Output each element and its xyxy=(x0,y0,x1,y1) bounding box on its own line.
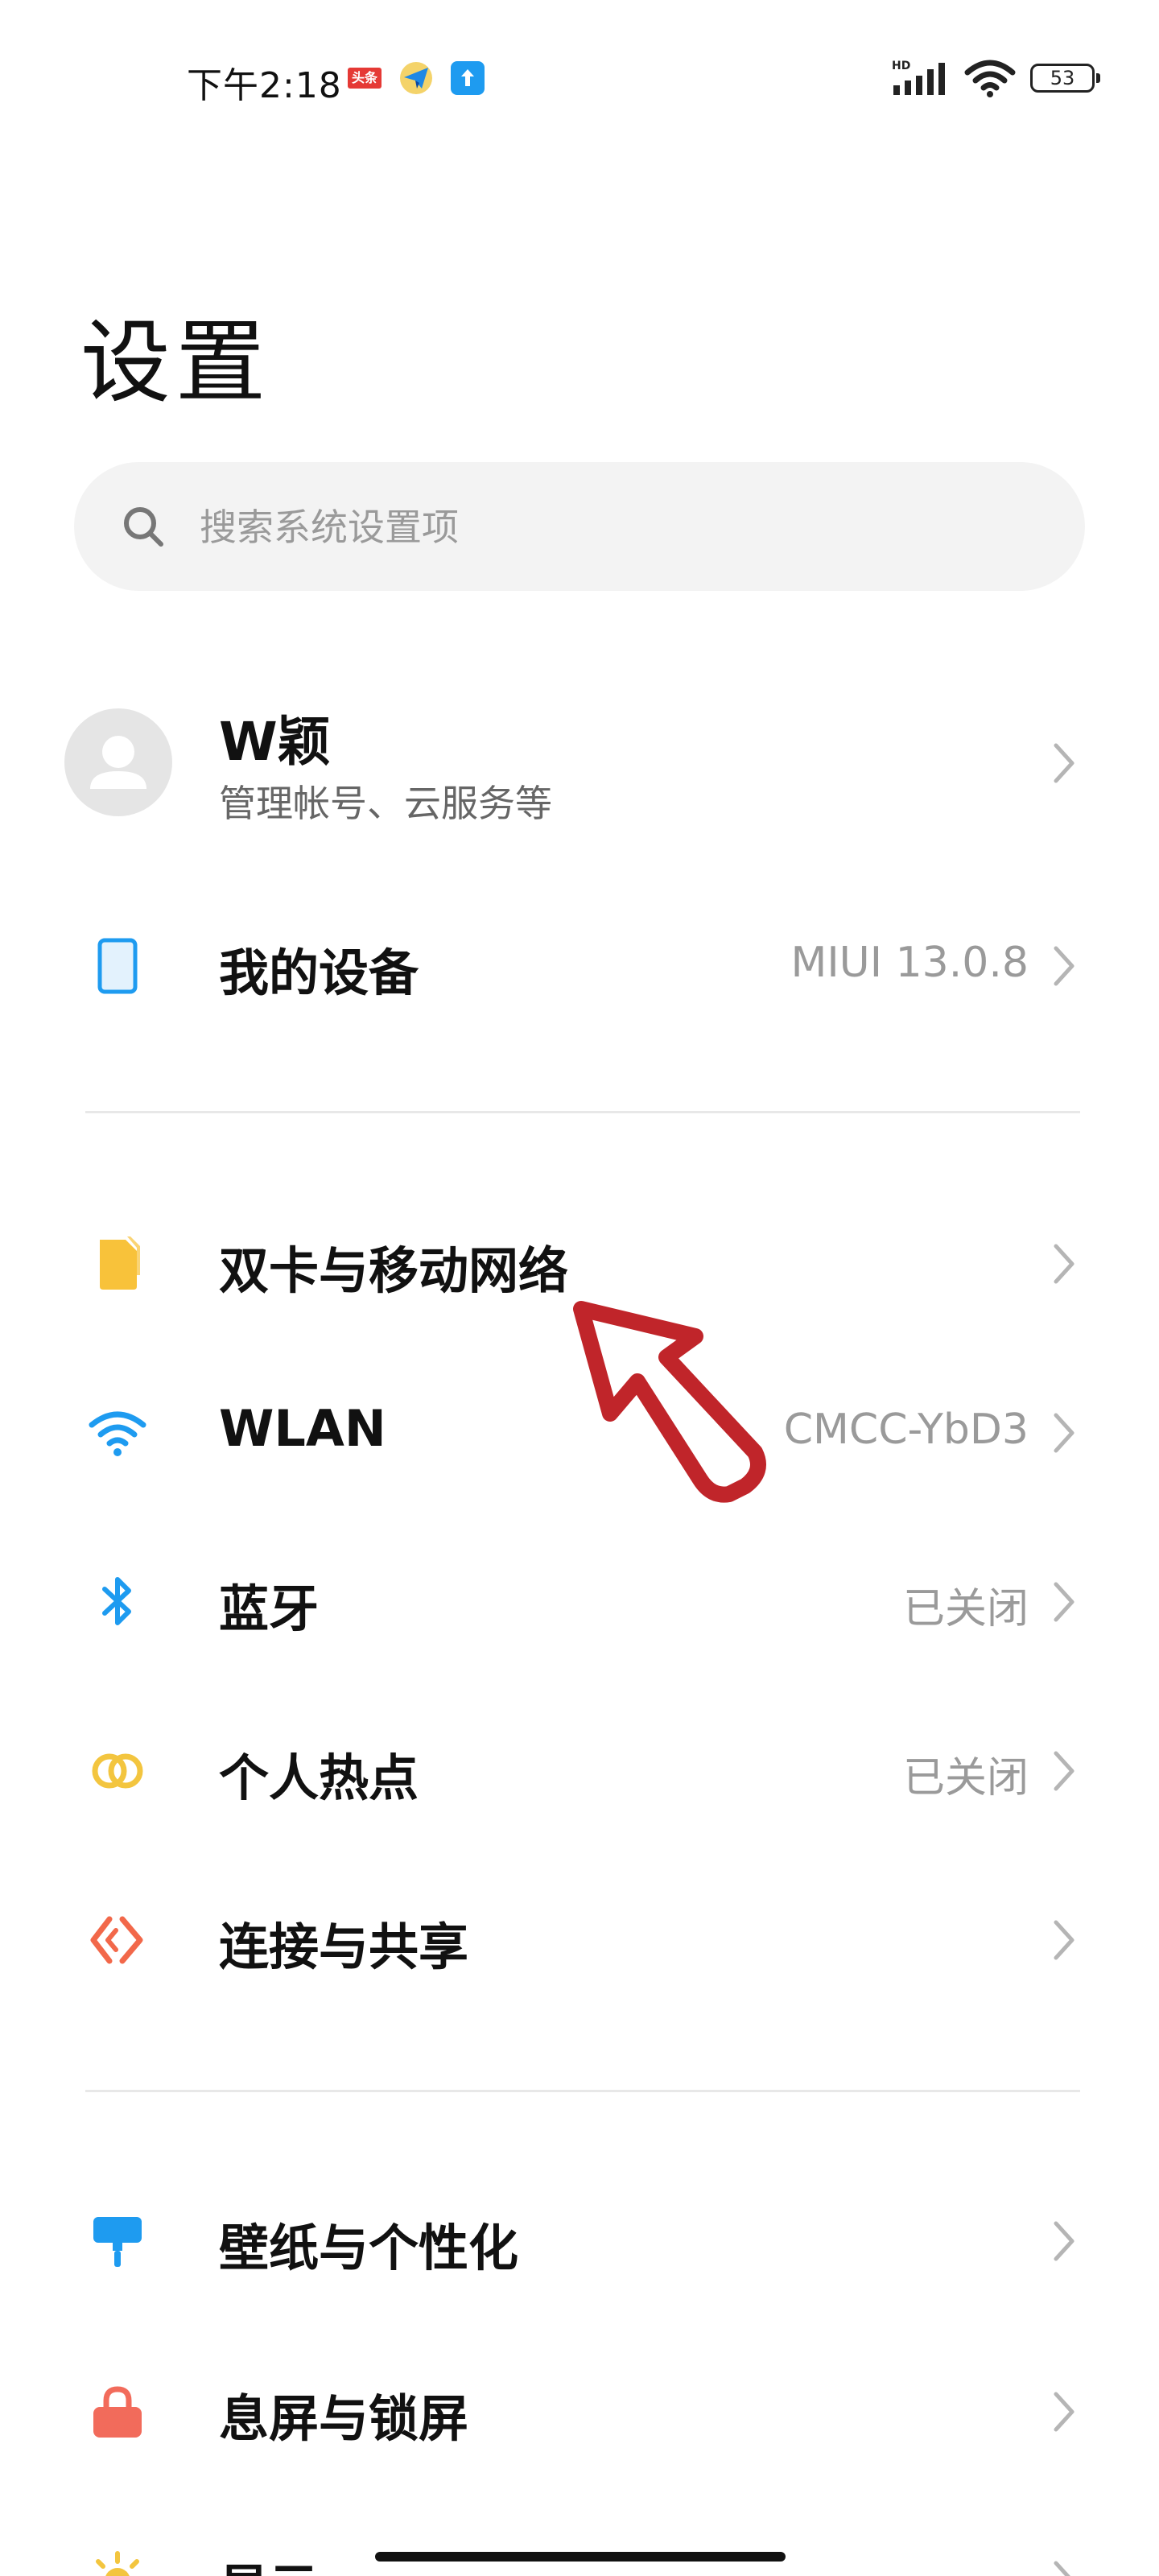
sim-card-icon xyxy=(100,1236,140,1290)
toutiao-notification-icon: 头条 xyxy=(348,68,382,89)
wifi-icon xyxy=(89,1411,146,1456)
settings-item-label: 连接与共享 xyxy=(219,1918,469,1976)
chevron-right-icon xyxy=(1054,946,1074,986)
account-row[interactable]: W颖 管理帐号、云服务等 xyxy=(0,676,1159,853)
settings-item-label: 息屏与锁屏 xyxy=(219,2389,469,2448)
sun-icon xyxy=(96,2551,139,2576)
share-icon xyxy=(90,1916,143,1964)
wifi-status-icon xyxy=(964,60,1016,97)
chevron-right-icon xyxy=(1054,1244,1074,1284)
search-icon xyxy=(124,507,163,547)
page-title: 设置 xyxy=(80,311,270,415)
settings-item-wallpaper[interactable]: 壁纸与个性化 xyxy=(0,2161,1159,2322)
settings-item-label: WLAN xyxy=(219,1399,386,1458)
paper-plane-notification-icon xyxy=(400,62,432,94)
chevron-right-icon xyxy=(1054,2392,1074,2432)
tablet-icon xyxy=(97,938,138,994)
chevron-right-icon xyxy=(1054,1920,1074,1960)
search-input[interactable] xyxy=(198,494,1006,560)
chevron-right-icon xyxy=(1054,743,1074,783)
settings-item-lockscreen[interactable]: 息屏与锁屏 xyxy=(0,2331,1159,2492)
settings-item-hotspot[interactable]: 个人热点 已关闭 xyxy=(0,1690,1159,1852)
chevron-right-icon xyxy=(1054,2221,1074,2261)
account-subtitle: 管理帐号、云服务等 xyxy=(219,782,552,825)
user-icon xyxy=(90,736,146,789)
settings-item-label: 我的设备 xyxy=(219,943,419,1002)
battery-indicator: 53 xyxy=(1030,64,1100,93)
settings-item-value: MIUI 13.0.8 xyxy=(790,939,1029,987)
home-indicator[interactable] xyxy=(375,2552,786,2562)
paint-roller-icon xyxy=(93,2217,142,2267)
settings-item-bluetooth[interactable]: 蓝牙 已关闭 xyxy=(0,1521,1159,1682)
lock-icon xyxy=(93,2386,142,2438)
chevron-right-icon xyxy=(1054,1413,1074,1453)
hotspot-icon xyxy=(92,1753,143,1789)
settings-item-label: 蓝牙 xyxy=(219,1579,320,1638)
settings-item-sim[interactable]: 双卡与移动网络 xyxy=(0,1183,1159,1344)
section-divider xyxy=(85,1111,1080,1113)
settings-item-label: 显示 xyxy=(219,2547,319,2576)
settings-item-label: 个人热点 xyxy=(219,1748,419,1807)
settings-item-display[interactable]: 显示 xyxy=(0,2500,1159,2576)
settings-item-wlan[interactable]: WLAN CMCC-YbD3 xyxy=(0,1352,1159,1513)
bluetooth-icon xyxy=(102,1577,131,1625)
settings-item-connection[interactable]: 连接与共享 xyxy=(0,1860,1159,2021)
settings-item-value: 已关闭 xyxy=(902,1585,1029,1633)
avatar xyxy=(64,708,172,816)
chevron-right-icon xyxy=(1054,2561,1070,2576)
status-bar: 下午2:18 头条 HD 53 xyxy=(0,0,1159,161)
chevron-right-icon xyxy=(1054,1582,1074,1622)
settings-item-label: 双卡与移动网络 xyxy=(219,1241,569,1300)
settings-item-my-device[interactable]: 我的设备 MIUI 13.0.8 xyxy=(0,886,1159,1046)
search-bar[interactable] xyxy=(74,462,1085,591)
upload-notification-icon xyxy=(451,61,485,95)
account-name: W颖 xyxy=(219,711,331,773)
status-right-group: HD 53 xyxy=(892,58,1100,98)
settings-item-value: CMCC-YbD3 xyxy=(783,1406,1029,1454)
settings-item-value: 已关闭 xyxy=(902,1754,1029,1802)
chevron-right-icon xyxy=(1054,1751,1074,1791)
network-type-label: HD xyxy=(892,60,910,72)
cellular-signal-icon: HD xyxy=(892,60,945,95)
status-time: 下午2:18 xyxy=(187,65,342,106)
section-divider xyxy=(85,2090,1080,2092)
settings-item-label: 壁纸与个性化 xyxy=(219,2219,519,2277)
